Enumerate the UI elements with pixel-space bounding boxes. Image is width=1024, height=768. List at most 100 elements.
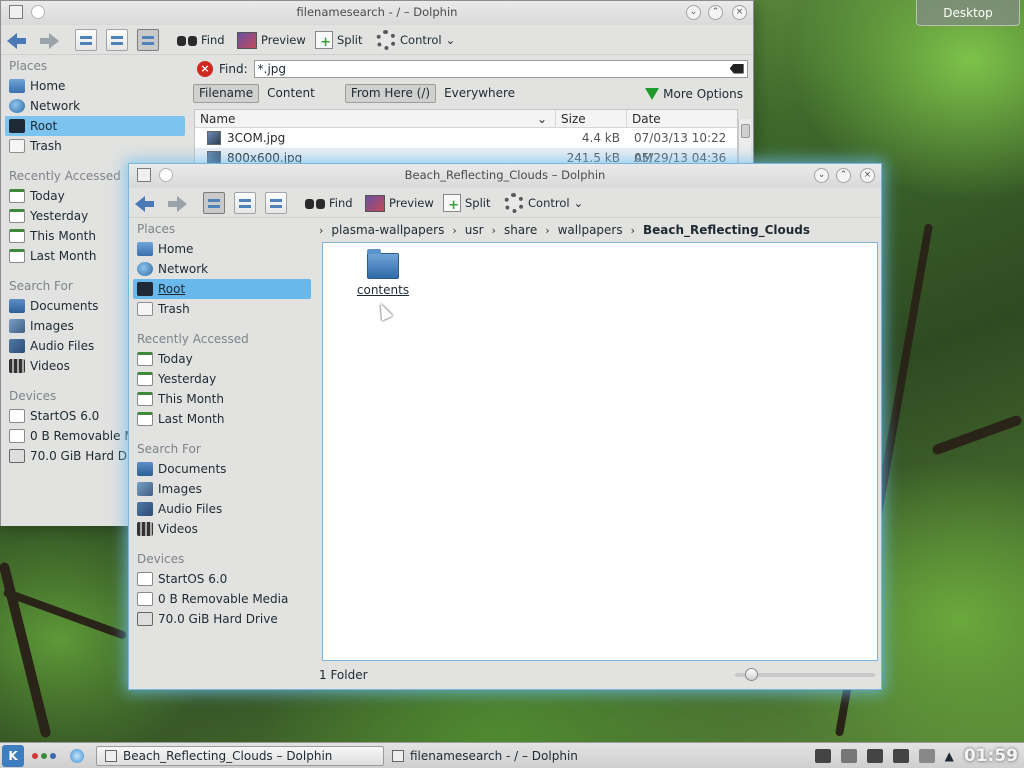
maximize-button[interactable]: ⌃ — [836, 168, 851, 183]
browser-icon[interactable] — [70, 748, 84, 763]
maximize-button[interactable]: ⌃ — [708, 5, 723, 20]
home-icon — [9, 79, 25, 93]
clear-input-icon[interactable] — [729, 63, 744, 74]
sidebar-item-network[interactable]: Network — [1, 96, 191, 116]
calendar-icon — [9, 209, 25, 223]
sidebar-item-startos[interactable]: StartOS 6.0 — [129, 569, 317, 589]
binoculars-icon — [305, 196, 325, 210]
beach-window[interactable]: Beach_Reflecting_Clouds – Dolphin ⌄ ⌃ × … — [128, 163, 882, 690]
file-view[interactable]: contents — [322, 242, 878, 661]
sidebar-item-this-month[interactable]: This Month — [129, 389, 317, 409]
everywhere-option[interactable]: Everywhere — [438, 84, 521, 103]
scrollbar-handle[interactable] — [741, 124, 750, 138]
kde-menu-button[interactable]: K — [2, 744, 24, 767]
binoculars-icon — [177, 33, 197, 47]
folder-icon — [367, 249, 399, 279]
sidebar-item-yesterday[interactable]: Yesterday — [129, 369, 317, 389]
table-row[interactable]: 3COM.jpg 4.4 kB 07/03/13 10:22 AM — [195, 128, 737, 163]
sidebar-item-trash[interactable]: Trash — [129, 299, 317, 319]
pin-icon[interactable] — [159, 168, 173, 182]
sidebar-item-home[interactable]: Home — [129, 239, 317, 259]
minimize-button[interactable]: ⌄ — [814, 168, 829, 183]
sidebar-item-root[interactable]: Root — [5, 116, 185, 136]
control-button[interactable]: Control ⌄ — [376, 29, 455, 51]
task-beach-window[interactable]: Beach_Reflecting_Clouds – Dolphin — [96, 745, 384, 766]
task-filenamesearch-window[interactable]: filenamesearch - / – Dolphin — [384, 746, 586, 766]
keyboard-icon[interactable] — [814, 748, 831, 763]
network-tray-icon[interactable] — [918, 748, 935, 763]
breadcrumb-item[interactable]: wallpapers — [558, 223, 623, 237]
columns-view-button[interactable] — [265, 192, 287, 214]
toolbar: Find Preview Split Control⌄ — [1, 25, 753, 55]
volume-icon[interactable] — [866, 748, 883, 763]
icons-view-button[interactable] — [75, 29, 97, 51]
scrollbar[interactable] — [738, 119, 751, 164]
pin-icon[interactable] — [31, 5, 45, 19]
breadcrumb-item[interactable]: share — [504, 223, 537, 237]
minimize-button[interactable]: ⌄ — [686, 5, 701, 20]
from-here-option[interactable]: From Here (/) — [344, 84, 437, 103]
places-panel: Places Home Network Root Trash Recently … — [129, 219, 317, 669]
preview-button[interactable]: Preview — [365, 192, 434, 214]
sidebar-item-home[interactable]: Home — [1, 76, 191, 96]
sidebar-item-network[interactable]: Network — [129, 259, 317, 279]
close-button[interactable]: × — [860, 168, 875, 183]
window-menu-icon[interactable] — [137, 168, 151, 182]
sidebar-item-audio[interactable]: Audio Files — [129, 499, 317, 519]
sidebar-item-videos[interactable]: Videos — [129, 519, 317, 539]
window-menu-icon[interactable] — [9, 5, 23, 19]
taskbar: K Beach_Reflecting_Clouds – Dolphin file… — [0, 742, 1024, 768]
icons-view-button[interactable] — [203, 192, 225, 214]
sidebar-item-harddrive[interactable]: 70.0 GiB Hard Drive — [129, 609, 317, 629]
sidebar-item-trash[interactable]: Trash — [1, 136, 191, 156]
calendar-icon — [137, 412, 153, 426]
video-icon — [9, 359, 25, 373]
back-icon[interactable] — [135, 194, 155, 212]
sidebar-item-last-month[interactable]: Last Month — [129, 409, 317, 429]
details-view-button[interactable] — [234, 192, 256, 214]
split-button[interactable]: Split — [315, 29, 363, 51]
sidebar-item-root[interactable]: Root — [133, 279, 311, 299]
forward-icon[interactable] — [39, 31, 59, 49]
find-input[interactable]: *.jpg — [253, 59, 748, 78]
date-column-header[interactable]: Date — [626, 110, 737, 127]
back-icon[interactable] — [7, 31, 27, 49]
zoom-slider-handle[interactable] — [745, 668, 758, 681]
find-button[interactable]: Find — [177, 29, 225, 51]
clock[interactable]: 01:59 — [964, 746, 1018, 766]
desktop-button[interactable]: Desktop — [916, 0, 1020, 26]
breadcrumb-item[interactable]: plasma-wallpapers — [331, 223, 444, 237]
preview-button[interactable]: Preview — [237, 29, 306, 51]
sidebar-item-removable[interactable]: 0 B Removable Media — [129, 589, 317, 609]
size-column-header[interactable]: Size — [555, 110, 626, 127]
title-bar[interactable]: filenamesearch - / – Dolphin ⌄ ⌃ × — [1, 1, 753, 25]
filename-option[interactable]: Filename — [193, 84, 260, 103]
activities-icon[interactable] — [32, 752, 56, 759]
title-bar[interactable]: Beach_Reflecting_Clouds – Dolphin ⌄ ⌃ × — [129, 164, 881, 188]
content-option[interactable]: Content — [261, 84, 321, 103]
breadcrumb-item[interactable]: usr — [465, 223, 484, 237]
gear-icon — [376, 30, 396, 50]
split-button[interactable]: Split — [443, 192, 491, 214]
close-find-icon[interactable]: × — [197, 60, 213, 77]
name-column-header[interactable]: Name ⌄ — [195, 110, 555, 127]
scissors-icon[interactable] — [840, 748, 857, 763]
find-button[interactable]: Find — [305, 192, 353, 214]
zoom-slider[interactable] — [735, 668, 875, 681]
details-view-button[interactable] — [106, 29, 128, 51]
battery-icon[interactable] — [892, 748, 909, 763]
more-options-button[interactable]: More Options — [645, 87, 743, 101]
control-button[interactable]: Control ⌄ — [504, 192, 583, 214]
sidebar-item-images[interactable]: Images — [129, 479, 317, 499]
close-button[interactable]: × — [732, 5, 747, 20]
expand-tray-icon[interactable]: ▲ — [945, 749, 954, 763]
chevron-right-icon: › — [319, 223, 324, 237]
breadcrumb-current[interactable]: Beach_Reflecting_Clouds — [643, 223, 810, 237]
folder-item[interactable]: contents — [353, 249, 413, 297]
section-header: Devices — [137, 552, 185, 566]
sidebar-item-today[interactable]: Today — [129, 349, 317, 369]
forward-icon[interactable] — [167, 194, 187, 212]
columns-view-button[interactable] — [137, 29, 159, 51]
table-row[interactable]: 800x600.jpg 241.5 kB 05/29/13 04:36 AM — [195, 148, 737, 163]
sidebar-item-documents[interactable]: Documents — [129, 459, 317, 479]
